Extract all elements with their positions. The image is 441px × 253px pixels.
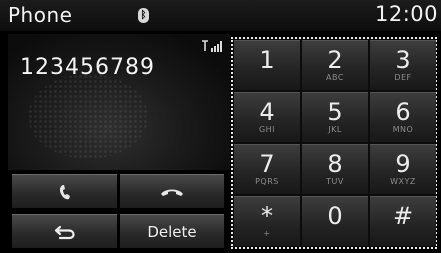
back-arrow-icon xyxy=(54,225,75,239)
status-bar: Phone ᛒ 12:00 xyxy=(0,0,441,31)
key-digit: 8 xyxy=(327,150,343,178)
end-call-button[interactable] xyxy=(120,174,224,208)
key-0[interactable]: 0 xyxy=(302,196,368,246)
bluetooth-icon: ᛒ xyxy=(138,8,149,23)
dial-keypad: 1 2 ABC 3 DEF 4 GHI 5 JKL 6 MNO 7 PQRS 8… xyxy=(231,37,437,249)
delete-label: Delete xyxy=(147,222,197,241)
key-letters: MNO xyxy=(392,125,414,134)
key-3[interactable]: 3 DEF xyxy=(370,40,436,90)
key-4[interactable]: 4 GHI xyxy=(234,92,300,142)
dial-display: 123456789 xyxy=(8,34,230,170)
signal-strength-icon xyxy=(202,40,222,52)
key-letters: DEF xyxy=(394,73,412,82)
key-digit: * xyxy=(261,202,273,230)
key-5[interactable]: 5 JKL xyxy=(302,92,368,142)
key-digit: 4 xyxy=(259,98,275,126)
key-2[interactable]: 2 ABC xyxy=(302,40,368,90)
background-pattern xyxy=(28,74,148,159)
key-digit: 6 xyxy=(395,98,411,126)
key-digit: 3 xyxy=(395,46,411,74)
key-hash[interactable]: # xyxy=(370,196,436,246)
key-1[interactable]: 1 xyxy=(234,40,300,90)
key-digit: 1 xyxy=(259,46,275,74)
clock: 12:00 xyxy=(374,2,438,26)
key-star[interactable]: * + xyxy=(234,196,300,246)
phone-end-icon xyxy=(161,189,183,196)
key-7[interactable]: 7 PQRS xyxy=(234,144,300,194)
key-letters: JKL xyxy=(328,125,342,134)
call-button[interactable] xyxy=(12,174,117,208)
key-letters: + xyxy=(263,229,271,238)
page-title: Phone xyxy=(8,3,73,27)
phone-call-icon xyxy=(59,184,70,199)
key-letters: PQRS xyxy=(255,177,279,186)
key-6[interactable]: 6 MNO xyxy=(370,92,436,142)
dialed-number: 123456789 xyxy=(20,55,155,80)
key-letters: WXYZ xyxy=(390,177,416,186)
key-8[interactable]: 8 TUV xyxy=(302,144,368,194)
key-digit: # xyxy=(392,202,414,230)
back-button[interactable] xyxy=(12,214,117,248)
key-digit: 7 xyxy=(259,150,275,178)
key-digit: 2 xyxy=(327,46,343,74)
key-digit: 9 xyxy=(395,150,411,178)
key-digit: 0 xyxy=(327,202,343,230)
key-letters: GHI xyxy=(258,125,276,134)
key-letters: TUV xyxy=(326,177,344,186)
key-digit: 5 xyxy=(327,98,343,126)
delete-button[interactable]: Delete xyxy=(120,214,224,248)
key-9[interactable]: 9 WXYZ xyxy=(370,144,436,194)
key-letters: ABC xyxy=(326,73,344,82)
